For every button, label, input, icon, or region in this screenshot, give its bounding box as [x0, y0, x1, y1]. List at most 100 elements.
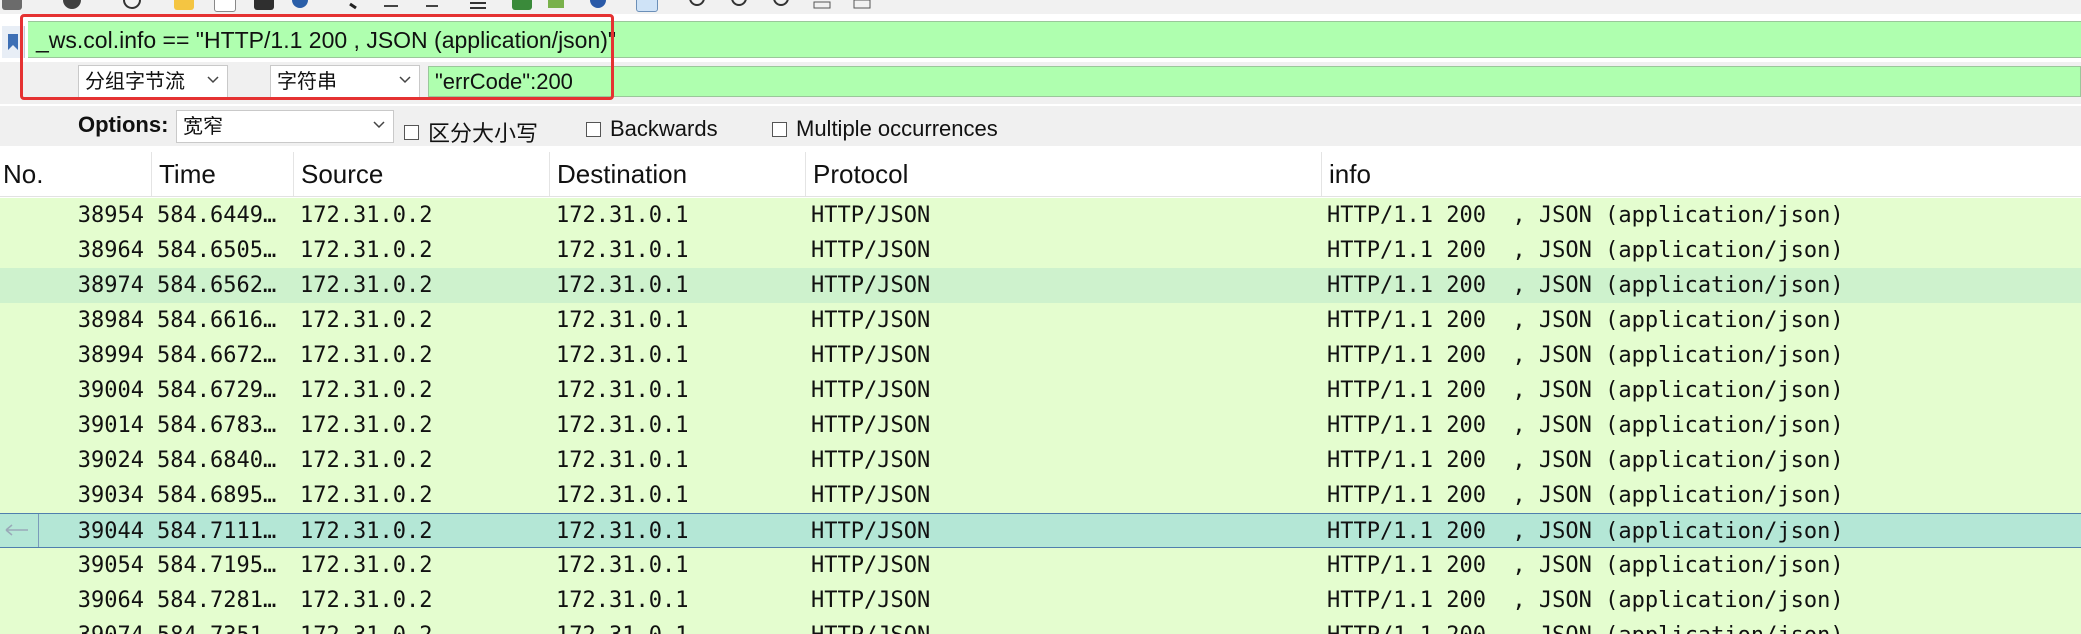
cell-destination: 172.31.0.1 — [556, 273, 689, 298]
table-row[interactable]: 38984 584.6616… 172.31.0.2 172.31.0.1 HTTP/J… — [0, 303, 2081, 338]
charset-dropdown[interactable]: 宽窄 — [176, 110, 394, 143]
cell-source: 172.31.0.2 — [300, 378, 433, 403]
cell-time: 584.6783… — [157, 413, 277, 438]
cell-protocol: HTTP/JSON — [811, 553, 931, 578]
cell-no: 38964 — [77, 238, 144, 263]
forward-icon[interactable] — [382, 0, 402, 10]
first-icon[interactable] — [468, 0, 488, 10]
cell-source: 172.31.0.2 — [300, 413, 433, 438]
cell-source: 172.31.0.2 — [300, 588, 433, 613]
folder-icon[interactable] — [174, 0, 194, 10]
cell-source: 172.31.0.2 — [300, 308, 433, 333]
cell-no: 38954 — [77, 203, 144, 228]
cell-no: 39004 — [77, 378, 144, 403]
table-row[interactable]: 39014 584.6783… 172.31.0.2 172.31.0.1 HTTP/J… — [0, 408, 2081, 443]
bookmark-icon — [8, 34, 18, 50]
cell-protocol: HTTP/JSON — [811, 519, 931, 544]
zoom-in-icon[interactable] — [688, 0, 708, 10]
column-header-info[interactable]: info — [1326, 152, 2081, 196]
cell-destination: 172.31.0.1 — [556, 618, 806, 634]
cell-info: HTTP/1.1 200 , JSON (application/json) — [1327, 618, 2081, 634]
table-row[interactable]: 39054 584.7195… 172.31.0.2 172.31.0.1 HTTP/J… — [0, 548, 2081, 583]
zoom-reset-icon[interactable] — [772, 0, 792, 10]
case-sensitive-checkbox[interactable]: 区分大小写 — [404, 116, 538, 148]
table-row[interactable]: 39064 584.7281… 172.31.0.2 172.31.0.1 HTTP/J… — [0, 583, 2081, 618]
cell-info: HTTP/1.1 200 , JSON (application/json) — [1327, 273, 1844, 298]
cell-time: 584.6672… — [157, 343, 277, 368]
filter-bookmark-button[interactable] — [2, 26, 25, 58]
column-header-destination[interactable]: Destination — [554, 152, 806, 196]
column-header-time[interactable]: Time — [156, 152, 294, 196]
cell-protocol: HTTP/JSON — [811, 588, 931, 613]
save-icon[interactable] — [214, 0, 236, 12]
search-in-value: 分组字节流 — [85, 69, 185, 93]
find-icon[interactable] — [290, 0, 310, 10]
backwards-checkbox[interactable]: Backwards — [586, 116, 718, 142]
cell-time: 584.7195… — [157, 553, 277, 578]
find-packet-bar: 分组字节流 字符串 "errCode":200 — [0, 62, 2081, 104]
checkbox-box[interactable] — [404, 124, 419, 140]
table-row[interactable]: 39024 584.6840… 172.31.0.2 172.31.0.1 HTTP/J… — [0, 443, 2081, 478]
cell-info: HTTP/1.1 200 , JSON (application/json) — [1327, 343, 1844, 368]
table-row[interactable]: 39034 584.6895… 172.31.0.2 172.31.0.1 HTTP/J… — [0, 478, 2081, 513]
cell-info: HTTP/1.1 200 , JSON (application/json) — [1327, 238, 1844, 263]
back-icon[interactable] — [346, 0, 366, 10]
cell-info: HTTP/1.1 200 , JSON (application/json) — [1327, 553, 1844, 578]
cell-destination: 172.31.0.1 — [556, 413, 689, 438]
cell-time: 584.6562… — [157, 273, 277, 298]
colorize-icon[interactable] — [588, 0, 608, 10]
column-header-source[interactable]: Source — [298, 152, 550, 196]
zoom-out-icon[interactable] — [730, 0, 750, 10]
cell-info: HTTP/1.1 200 , JSON (application/json) — [1327, 588, 1844, 613]
checkbox-box[interactable] — [772, 121, 787, 137]
cell-protocol: HTTP/JSON — [811, 483, 931, 508]
close-icon[interactable] — [254, 0, 274, 10]
cell-source: 172.31.0.2 — [300, 203, 433, 228]
cell-info: HTTP/1.1 200 , JSON (application/json) — [1327, 413, 1844, 438]
cell-protocol: HTTP/JSON — [811, 203, 931, 228]
search-type-dropdown[interactable]: 字符串 — [270, 65, 420, 98]
last-icon[interactable] — [512, 0, 532, 10]
table-row[interactable]: 38964 584.6505… 172.31.0.2 172.31.0.1 HTTP/J… — [0, 233, 2081, 268]
cell-protocol: HTTP/JSON — [811, 273, 931, 298]
cell-destination: 172.31.0.1 — [556, 519, 689, 544]
cell-no: 39034 — [77, 483, 144, 508]
checkbox-box[interactable] — [586, 121, 601, 137]
table-row[interactable]: 39004 584.6729… 172.31.0.2 172.31.0.1 HTTP/J… — [0, 373, 2081, 408]
packet-list-header: No. Time Source Destination Protocol inf… — [0, 152, 2081, 197]
cell-no: 38974 — [77, 273, 144, 298]
resize-columns-icon[interactable] — [812, 0, 832, 10]
layout-icon[interactable] — [636, 0, 658, 12]
table-row[interactable]: 39074 584.7351… 172.31.0.2 172.31.0.1 HTTP/J… — [0, 618, 2081, 634]
cell-no: 39024 — [77, 448, 144, 473]
table-row[interactable]: 38974 584.6562… 172.31.0.2 172.31.0.1 HTTP/J… — [0, 268, 2081, 303]
cell-source: 172.31.0.2 — [300, 238, 433, 263]
cell-no: 38984 — [77, 308, 144, 333]
display-filter-input[interactable]: _ws.col.info == "HTTP/1.1 200 , JSON (ap… — [28, 21, 2081, 58]
cell-protocol: HTTP/JSON — [811, 238, 931, 263]
cell-no: 38994 — [77, 343, 144, 368]
table-row[interactable]: 38954 584.6449… 172.31.0.2 172.31.0.1 HTTP/J… — [0, 198, 2081, 233]
search-in-dropdown[interactable]: 分组字节流 — [78, 65, 228, 98]
reload-icon[interactable] — [62, 0, 82, 10]
cell-time: 584.7351… — [157, 618, 295, 634]
grid-icon[interactable] — [852, 0, 872, 10]
jump-icon[interactable] — [422, 0, 442, 10]
table-row[interactable]: 38994 584.6672… 172.31.0.2 172.31.0.1 HTTP/J… — [0, 338, 2081, 373]
charset-value: 宽窄 — [183, 114, 223, 138]
autoscroll-icon[interactable] — [546, 0, 566, 10]
multiple-occurrences-checkbox[interactable]: Multiple occurrences — [772, 116, 998, 142]
open-icon[interactable] — [2, 0, 22, 10]
cell-info: HTTP/1.1 200 , JSON (application/json) — [1327, 203, 1844, 228]
refresh-icon[interactable] — [122, 0, 142, 10]
cell-info: HTTP/1.1 200 , JSON (application/json) — [1327, 483, 1844, 508]
cell-destination: 172.31.0.1 — [556, 588, 689, 613]
cell-destination: 172.31.0.1 — [556, 343, 689, 368]
cell-destination: 172.31.0.1 — [556, 238, 689, 263]
column-header-protocol[interactable]: Protocol — [810, 152, 1322, 196]
table-row[interactable]: 39044 584.7111… 172.31.0.2 172.31.0.1 HTTP/J… — [0, 513, 2081, 548]
column-header-no[interactable]: No. — [0, 152, 152, 196]
backwards-label: Backwards — [610, 116, 718, 141]
cell-destination: 172.31.0.1 — [556, 553, 689, 578]
find-search-input[interactable]: "errCode":200 — [428, 66, 2081, 97]
